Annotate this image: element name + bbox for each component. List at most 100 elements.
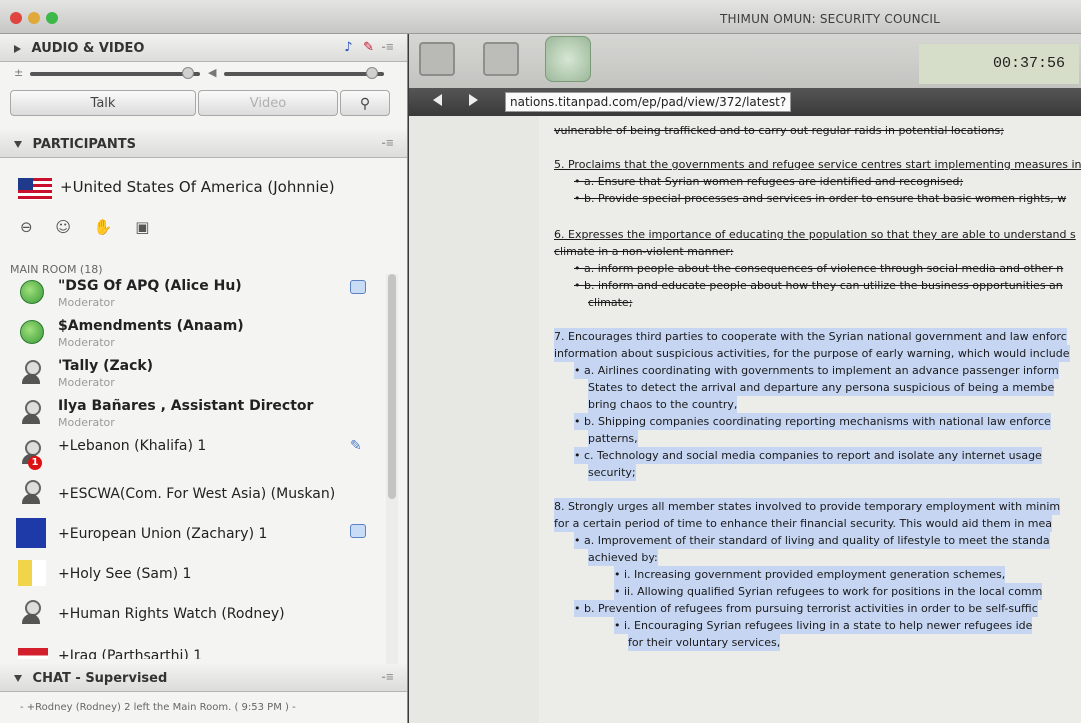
doc-line: achieved by: xyxy=(588,549,658,566)
pen-icon[interactable]: ✎ xyxy=(350,438,362,454)
participant-row[interactable]: +Holy See (Sam) 1 xyxy=(8,554,384,594)
raise-hand-icon[interactable]: ✋ xyxy=(94,218,113,236)
participant-row[interactable]: 'Tally (Zack) Moderator xyxy=(8,354,384,394)
doc-line: vulnerable of being trafficked and to ca… xyxy=(554,124,1004,137)
participant-name: +European Union (Zachary) 1 xyxy=(58,526,268,542)
status-icon[interactable]: ☺ xyxy=(55,218,71,236)
participant-row[interactable]: "DSG Of APQ (Alice Hu) Moderator xyxy=(8,274,384,314)
expand-triangle-icon xyxy=(14,675,22,682)
expand-triangle-icon xyxy=(14,141,22,148)
audio-video-title: AUDIO & VIDEO xyxy=(31,41,145,56)
mic-volume-knob[interactable] xyxy=(182,67,194,79)
doc-line: 5. Proclaims that the governments and re… xyxy=(554,158,1081,171)
doc-line: 6. Expresses the importance of educating… xyxy=(554,228,1076,241)
participant-role: Moderator xyxy=(58,416,115,429)
participant-name: +ESCWA(Com. For West Asia) (Muskan) xyxy=(58,486,336,502)
doc-line: b. Prevention of refugees from pursuing … xyxy=(574,600,1038,617)
mic-volume-slider[interactable] xyxy=(30,72,200,76)
chat-bubble-icon[interactable] xyxy=(350,280,366,294)
chat-title: CHAT - Supervised xyxy=(32,671,168,686)
participant-row[interactable]: +Human Rights Watch (Rodney) xyxy=(8,594,384,634)
participant-scroll-thumb[interactable] xyxy=(388,274,396,499)
left-panel: AUDIO & VIDEO ♪ ✎ -≡ ± ◀ Talk Video ⚲ PA… xyxy=(0,34,408,723)
av-status-icons: ♪ ✎ xyxy=(338,40,374,55)
camera-icon[interactable]: ✎ xyxy=(363,40,374,55)
doc-line: a. Ensure that Syrian women refugees are… xyxy=(574,173,963,190)
minimize-window-button[interactable] xyxy=(28,12,40,24)
participant-name: Ilya Bañares , Assistant Director xyxy=(58,398,314,414)
app-window: THIMUN OMUN: SECURITY COUNCIL AUDIO & VI… xyxy=(0,0,1081,723)
url-field[interactable]: nations.titanpad.com/ep/pad/view/372/lat… xyxy=(505,92,792,112)
zoom-window-button[interactable] xyxy=(46,12,58,24)
participant-row[interactable]: +ESCWA(Com. For West Asia) (Muskan) xyxy=(8,474,384,514)
collapse-triangle-icon xyxy=(14,44,21,53)
participant-row[interactable]: Ilya Bañares , Assistant Director Modera… xyxy=(8,394,384,434)
speaker-volume-knob[interactable] xyxy=(366,67,378,79)
speaker-volume-slider[interactable] xyxy=(224,72,384,76)
participant-name: 'Tally (Zack) xyxy=(58,358,154,374)
doc-line: States to detect the arrival and departu… xyxy=(588,379,1055,396)
search-people-button[interactable]: ⚲ xyxy=(340,90,390,116)
participant-row[interactable]: +European Union (Zachary) 1 xyxy=(8,514,384,554)
audio-video-pod-header[interactable]: AUDIO & VIDEO ♪ ✎ -≡ xyxy=(0,34,407,62)
participant-row[interactable]: 1 +Lebanon (Khalifa) 1 ✎ xyxy=(8,434,384,474)
back-arrow-icon[interactable] xyxy=(433,94,442,106)
note-icon[interactable]: ▣ xyxy=(135,218,149,236)
us-flag-icon xyxy=(18,178,52,200)
participant-tools: ⊖ ☺ ✋ ▣ xyxy=(20,218,167,242)
participant-name: "DSG Of APQ (Alice Hu) xyxy=(58,278,242,294)
participant-scrollbar[interactable] xyxy=(386,274,398,664)
doc-line: c. Technology and social media companies… xyxy=(574,447,1042,464)
participant-name: +Human Rights Watch (Rodney) xyxy=(58,606,285,622)
participants-title: PARTICIPANTS xyxy=(32,137,136,152)
talk-button[interactable]: Talk xyxy=(10,90,196,116)
forward-arrow-icon[interactable] xyxy=(469,94,478,106)
person-avatar-icon xyxy=(20,600,42,626)
chat-bubble-icon[interactable] xyxy=(350,524,366,538)
microphone-icon[interactable]: ♪ xyxy=(344,40,352,55)
web-share-icon[interactable] xyxy=(545,36,591,82)
doc-line: ii. Allowing qualified Syrian refugees t… xyxy=(614,583,1043,600)
mic-level-icon: ± xyxy=(14,66,24,79)
person-avatar-icon xyxy=(20,480,42,506)
document-share-icon[interactable] xyxy=(483,42,519,76)
current-user-name: +United States Of America (Johnnie) xyxy=(60,178,335,196)
notification-badge: 1 xyxy=(28,456,42,470)
doc-line: i. Encouraging Syrian refugees living in… xyxy=(614,617,1033,634)
participant-role: Moderator xyxy=(58,376,115,389)
zoom-icon[interactable]: ⊖ xyxy=(20,218,33,236)
participant-row[interactable]: $Amendments (Anaam) Moderator xyxy=(8,314,384,354)
doc-line: bring chaos to the country, xyxy=(588,396,738,413)
share-area: 00:37:56 nations.titanpad.com/ep/pad/vie… xyxy=(409,34,1081,723)
participant-name: +Holy See (Sam) 1 xyxy=(58,566,192,582)
globe-avatar-icon xyxy=(20,320,44,344)
participant-name: +Iraq (Parthsarthi) 1 xyxy=(58,648,203,659)
doc-line: b. inform and educate people about how t… xyxy=(574,277,1063,294)
doc-line: b. Provide special processes and service… xyxy=(574,190,1066,207)
chat-pod-menu[interactable]: -≡ xyxy=(381,672,394,683)
doc-line: information about suspicious activities,… xyxy=(554,345,1070,362)
chat-pod-header[interactable]: CHAT - Supervised -≡ xyxy=(0,664,407,692)
whiteboard-icon[interactable] xyxy=(419,42,455,76)
participant-name: +Lebanon (Khalifa) 1 xyxy=(58,438,207,454)
doc-line: for their voluntary services, xyxy=(628,634,781,651)
participant-row[interactable]: +Iraq (Parthsarthi) 1 xyxy=(8,634,384,659)
audio-video-pod-menu[interactable]: -≡ xyxy=(381,42,394,53)
doc-line: a. Improvement of their standard of livi… xyxy=(574,532,1050,549)
browser-nav-bar: nations.titanpad.com/ep/pad/view/372/lat… xyxy=(409,88,1081,116)
participants-pod-header[interactable]: PARTICIPANTS -≡ xyxy=(0,130,407,158)
doc-line: security; xyxy=(588,464,636,481)
participant-name: $Amendments (Anaam) xyxy=(58,318,244,334)
globe-avatar-icon xyxy=(20,280,44,304)
participants-pod-menu[interactable]: -≡ xyxy=(381,138,394,149)
volume-sliders: ± ◀ xyxy=(14,64,394,84)
speaker-icon: ◀ xyxy=(208,66,217,79)
doc-line: patterns, xyxy=(588,430,638,447)
doc-line: a. inform people about the consequences … xyxy=(574,260,1063,277)
doc-line: climate; xyxy=(588,296,633,309)
vatican-flag-icon xyxy=(18,560,46,586)
video-button[interactable]: Video xyxy=(198,90,338,116)
participant-role: Moderator xyxy=(58,296,115,309)
session-timer: 00:37:56 xyxy=(919,44,1079,84)
close-window-button[interactable] xyxy=(10,12,22,24)
